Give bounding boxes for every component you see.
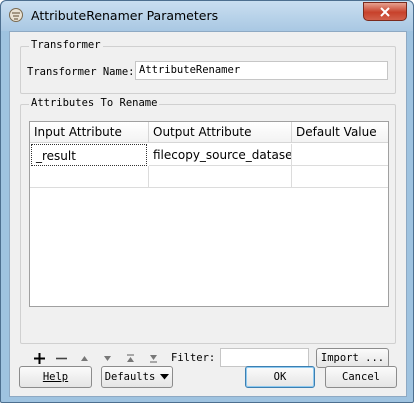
close-button[interactable] bbox=[363, 2, 407, 21]
move-bottom-button[interactable] bbox=[145, 350, 161, 366]
transformer-name-field[interactable]: AttributeRenamer bbox=[135, 61, 388, 80]
ok-button[interactable]: OK bbox=[245, 366, 315, 388]
transformer-group-title: Transformer bbox=[29, 39, 103, 51]
move-up-button[interactable] bbox=[76, 350, 92, 366]
attributes-table: Input Attribute Output Attribute Default… bbox=[29, 121, 389, 307]
triangle-up-icon bbox=[80, 355, 88, 361]
table-cell-output[interactable] bbox=[149, 166, 292, 188]
minus-icon bbox=[55, 357, 67, 359]
defaults-button-label: Defaults bbox=[104, 371, 156, 383]
remove-row-button[interactable] bbox=[53, 350, 69, 366]
table-cell-input[interactable] bbox=[30, 166, 149, 188]
move-top-button[interactable] bbox=[122, 350, 138, 366]
table-cell-default[interactable] bbox=[292, 166, 388, 188]
table-cell-input[interactable]: _result bbox=[31, 144, 147, 166]
dialog-body: Transformer Transformer Name: AttributeR… bbox=[9, 31, 407, 397]
dialog-window: AttributeRenamer Parameters Transformer … bbox=[0, 0, 414, 403]
move-down-button[interactable] bbox=[99, 350, 115, 366]
help-button-label: Help bbox=[42, 371, 69, 383]
dropdown-arrow-icon bbox=[160, 374, 170, 380]
column-header-default[interactable]: Default Value bbox=[292, 122, 388, 143]
move-bottom-icon bbox=[149, 354, 157, 363]
move-top-icon bbox=[126, 353, 134, 362]
attributes-group-title: Attributes To Rename bbox=[29, 97, 160, 109]
add-row-button[interactable] bbox=[31, 350, 47, 366]
window-title: AttributeRenamer Parameters bbox=[31, 8, 219, 23]
title-bar[interactable]: AttributeRenamer Parameters bbox=[1, 1, 413, 31]
import-button[interactable]: Import ... bbox=[316, 348, 389, 368]
plus-icon bbox=[33, 352, 45, 364]
fme-app-icon bbox=[9, 8, 23, 22]
help-button[interactable]: Help bbox=[19, 366, 92, 388]
close-icon bbox=[380, 6, 390, 17]
column-header-output[interactable]: Output Attribute bbox=[149, 122, 292, 143]
cancel-button[interactable]: Cancel bbox=[325, 366, 397, 388]
column-header-input[interactable]: Input Attribute bbox=[30, 122, 149, 143]
filter-label: Filter: bbox=[171, 352, 216, 364]
filter-input[interactable] bbox=[220, 348, 309, 367]
defaults-button[interactable]: Defaults bbox=[101, 366, 173, 388]
table-cell-output[interactable]: filecopy_source_dataset bbox=[149, 144, 292, 166]
triangle-down-icon bbox=[103, 355, 111, 361]
table-cell-default[interactable] bbox=[292, 144, 388, 166]
transformer-name-label: Transformer Name: bbox=[27, 66, 135, 78]
